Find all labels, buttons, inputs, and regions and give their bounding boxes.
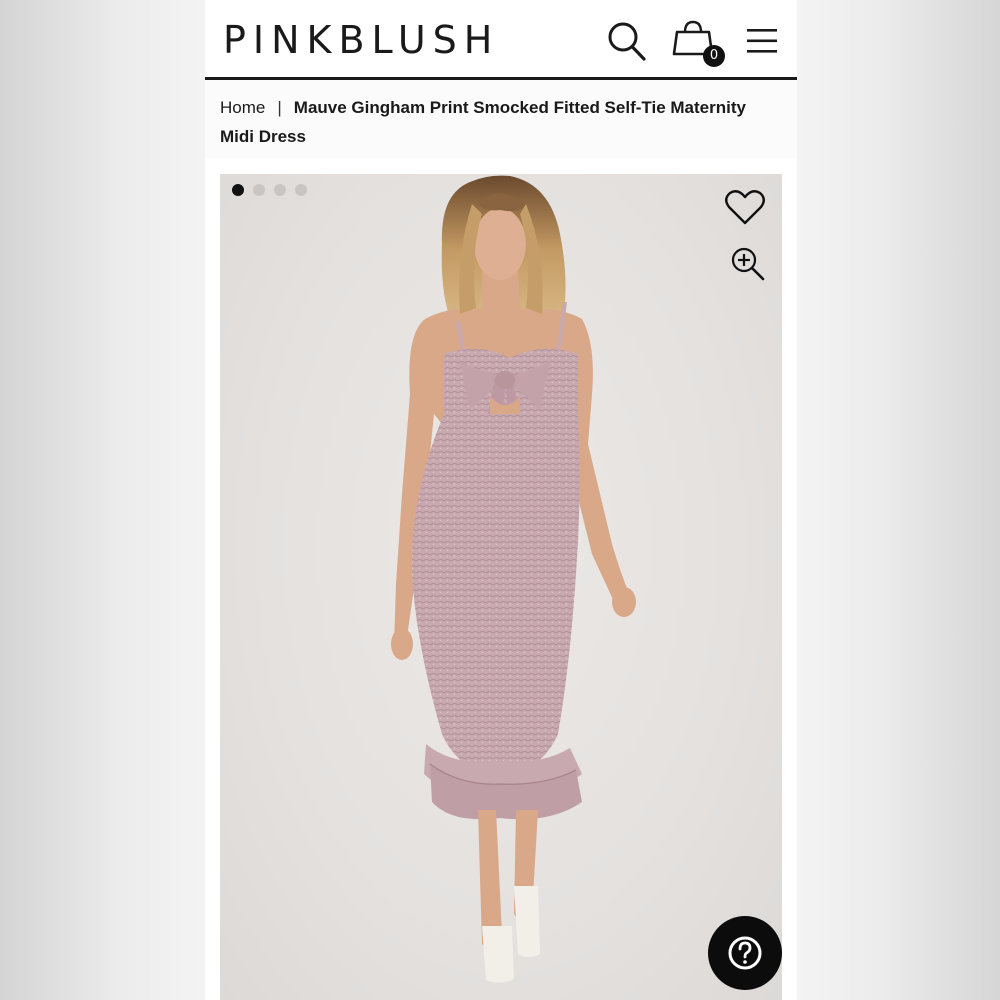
product-photo [391,175,636,983]
zoom-button[interactable] [730,246,766,282]
menu-button[interactable] [745,26,779,56]
breadcrumb-separator: | [277,98,282,117]
gallery-dot-2[interactable] [253,184,265,196]
help-chat-button[interactable] [708,916,782,990]
cart-count-badge: 0 [703,45,725,67]
gallery-dot-4[interactable] [295,184,307,196]
product-image-gallery[interactable] [220,174,782,1000]
wishlist-button[interactable] [724,188,766,228]
breadcrumb-current-page: Mauve Gingham Print Smocked Fitted Self-… [220,98,746,146]
cart-button[interactable]: 0 [672,18,725,68]
brand-logo[interactable]: PINKBLUSH [223,18,499,62]
breadcrumb-bar: Home | Mauve Gingham Print Smocked Fitted … [205,80,797,158]
gallery-pagination [232,184,307,196]
gallery-dot-1[interactable] [232,184,244,196]
heart-icon [725,190,765,225]
search-icon [608,22,646,61]
gallery-dot-3[interactable] [274,184,286,196]
breadcrumb-home-link[interactable]: Home [220,98,265,117]
question-icon [728,936,762,970]
zoom-in-icon [731,247,765,281]
mobile-page: PINKBLUSH 0 Home|Mauve Gingham Print S [205,0,797,1000]
search-button[interactable] [607,20,647,62]
site-header: PINKBLUSH 0 [205,0,797,80]
hamburger-menu-icon [747,29,777,53]
breadcrumb: Home | Mauve Gingham Print Smocked Fitted … [220,93,780,151]
